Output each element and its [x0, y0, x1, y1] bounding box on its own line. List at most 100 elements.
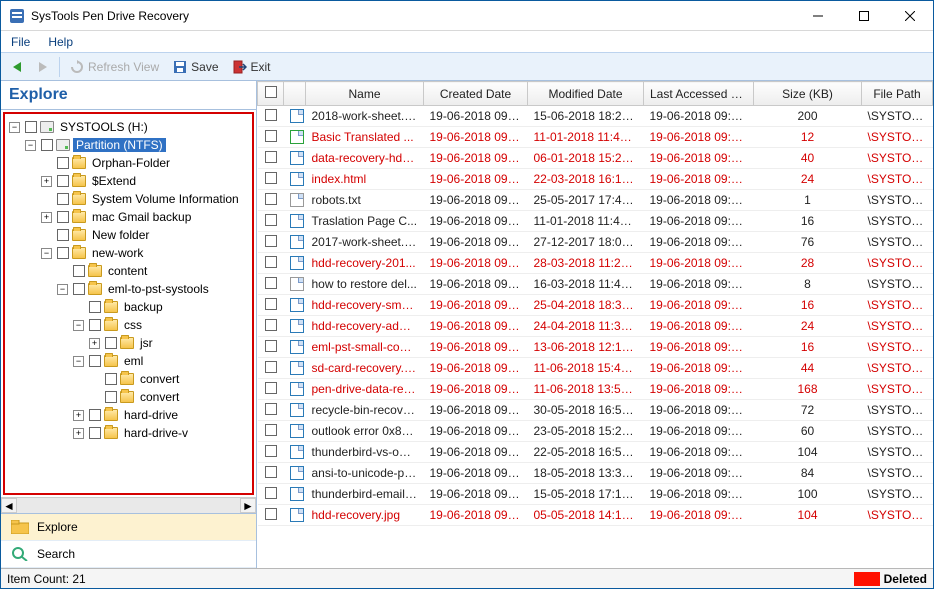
save-button[interactable]: Save [169, 58, 222, 76]
separator [59, 57, 60, 77]
refresh-button[interactable]: Refresh View [66, 58, 163, 76]
tree-view[interactable]: −SYSTOOLS (H:) −Partition (NTFS) Orphan-… [3, 112, 254, 495]
tab-search[interactable]: Search [1, 541, 256, 568]
table-row[interactable]: Traslation Page C...19-06-2018 09:48:...… [258, 211, 933, 232]
tree-item[interactable]: convert [89, 388, 250, 406]
table-row[interactable]: hdd-recovery-201...19-06-2018 09:48:...2… [258, 253, 933, 274]
tree-item[interactable]: +hard-drive [73, 406, 250, 424]
status-deleted-legend: Deleted [854, 572, 927, 586]
row-checkbox[interactable] [258, 421, 284, 442]
tree-item[interactable]: +$Extend [41, 172, 250, 190]
row-checkbox[interactable] [258, 169, 284, 190]
tree-item[interactable]: +hard-drive-v [73, 424, 250, 442]
row-checkbox[interactable] [258, 442, 284, 463]
table-row[interactable]: pen-drive-data-rec...19-06-2018 09:49:..… [258, 379, 933, 400]
cell-created: 19-06-2018 09:49:... [424, 484, 528, 505]
table-row[interactable]: 2018-work-sheet.odt19-06-2018 09:48:...1… [258, 106, 933, 127]
cell-size: 1 [754, 190, 862, 211]
table-row[interactable]: recycle-bin-recove...19-06-2018 09:49:..… [258, 400, 933, 421]
row-checkbox[interactable] [258, 274, 284, 295]
row-checkbox[interactable] [258, 253, 284, 274]
cell-modified: 15-06-2018 18:21:... [528, 106, 644, 127]
tree-hscroll[interactable]: ◄► [1, 497, 256, 513]
minimize-button[interactable] [795, 1, 841, 31]
table-row[interactable]: hdd-recovery.jpg19-06-2018 09:49:...05-0… [258, 505, 933, 526]
cell-name: thunderbird-vs-outl... [306, 442, 424, 463]
close-button[interactable] [887, 1, 933, 31]
tree-item[interactable]: −new-work [41, 244, 250, 262]
folder-icon [104, 427, 118, 439]
table-row[interactable]: outlook error 0x80...19-06-2018 09:49:..… [258, 421, 933, 442]
row-checkbox[interactable] [258, 148, 284, 169]
cell-path: \SYSTOOLS(H:)\P... [862, 148, 933, 169]
header-checkbox[interactable] [258, 82, 284, 106]
cell-created: 19-06-2018 09:48:... [424, 169, 528, 190]
row-checkbox[interactable] [258, 127, 284, 148]
table-row[interactable]: eml-pst-small-conte...19-06-2018 09:48:.… [258, 337, 933, 358]
row-checkbox[interactable] [258, 106, 284, 127]
row-checkbox[interactable] [258, 316, 284, 337]
header-modified[interactable]: Modified Date [528, 82, 644, 106]
table-row[interactable]: hdd-recovery-small...19-06-2018 09:48:..… [258, 295, 933, 316]
tree-root-label: SYSTOOLS (H:) [57, 120, 151, 134]
row-checkbox[interactable] [258, 505, 284, 526]
maximize-button[interactable] [841, 1, 887, 31]
tree-item[interactable]: −eml [73, 352, 250, 370]
header-created[interactable]: Created Date [424, 82, 528, 106]
tree-item[interactable]: convert [89, 370, 250, 388]
tree-item[interactable]: backup [73, 298, 250, 316]
cell-path: \SYSTOOLS(H:)\P... [862, 463, 933, 484]
table-row[interactable]: Basic Translated ...19-06-2018 09:48:...… [258, 127, 933, 148]
table-row[interactable]: how to restore del...19-06-2018 09:48:..… [258, 274, 933, 295]
row-checkbox[interactable] [258, 400, 284, 421]
row-checkbox[interactable] [258, 337, 284, 358]
table-row[interactable]: hdd-recovery-add-...19-06-2018 09:48:...… [258, 316, 933, 337]
tree-item[interactable]: −css [73, 316, 250, 334]
table-row[interactable]: 2017-work-sheet.odt19-06-2018 09:48:...2… [258, 232, 933, 253]
tree-item[interactable]: System Volume Information [41, 190, 250, 208]
row-checkbox[interactable] [258, 211, 284, 232]
cell-accessed: 19-06-2018 09:48:... [644, 316, 754, 337]
tree-partition[interactable]: −Partition (NTFS) [25, 136, 250, 154]
cell-name: sd-card-recovery.p... [306, 358, 424, 379]
tab-explore[interactable]: Explore [1, 514, 256, 541]
table-row[interactable]: data-recovery-hdd-...19-06-2018 09:48:..… [258, 148, 933, 169]
tree-item[interactable]: New folder [41, 226, 250, 244]
tree-root[interactable]: −SYSTOOLS (H:) [9, 118, 250, 136]
row-checkbox[interactable] [258, 295, 284, 316]
table-row[interactable]: index.html19-06-2018 09:48:...22-03-2018… [258, 169, 933, 190]
header-path[interactable]: File Path [862, 82, 933, 106]
file-grid[interactable]: Name Created Date Modified Date Last Acc… [257, 81, 933, 568]
table-row[interactable]: thunderbird-vs-outl...19-06-2018 09:49:.… [258, 442, 933, 463]
header-size[interactable]: Size (KB) [754, 82, 862, 106]
file-type-icon [284, 274, 306, 295]
table-row[interactable]: sd-card-recovery.p...19-06-2018 09:48:..… [258, 358, 933, 379]
cell-size: 104 [754, 505, 862, 526]
table-row[interactable]: thunderbird-emails-...19-06-2018 09:49:.… [258, 484, 933, 505]
exit-button[interactable]: Exit [229, 58, 275, 76]
table-row[interactable]: ansi-to-unicode-pst...19-06-2018 09:49:.… [258, 463, 933, 484]
cell-created: 19-06-2018 09:48:... [424, 253, 528, 274]
menu-file[interactable]: File [11, 35, 30, 49]
row-checkbox[interactable] [258, 379, 284, 400]
table-row[interactable]: robots.txt19-06-2018 09:48:...25-05-2017… [258, 190, 933, 211]
header-accessed[interactable]: Last Accessed D... [644, 82, 754, 106]
row-checkbox[interactable] [258, 190, 284, 211]
cell-name: hdd-recovery-201... [306, 253, 424, 274]
tree-item[interactable]: content [57, 262, 250, 280]
row-checkbox[interactable] [258, 463, 284, 484]
tree-item[interactable]: +jsr [89, 334, 250, 352]
cell-path: \SYSTOOLS(H:)\P... [862, 169, 933, 190]
row-checkbox[interactable] [258, 232, 284, 253]
header-name[interactable]: Name [306, 82, 424, 106]
nav-forward-button[interactable] [33, 59, 53, 75]
tree-item[interactable]: +mac Gmail backup [41, 208, 250, 226]
nav-back-button[interactable] [7, 59, 27, 75]
tree-item[interactable]: Orphan-Folder [41, 154, 250, 172]
tree-item[interactable]: −eml-to-pst-systools [57, 280, 250, 298]
row-checkbox[interactable] [258, 358, 284, 379]
row-checkbox[interactable] [258, 484, 284, 505]
cell-modified: 30-05-2018 16:50:... [528, 400, 644, 421]
file-type-icon [284, 484, 306, 505]
menu-help[interactable]: Help [48, 35, 73, 49]
